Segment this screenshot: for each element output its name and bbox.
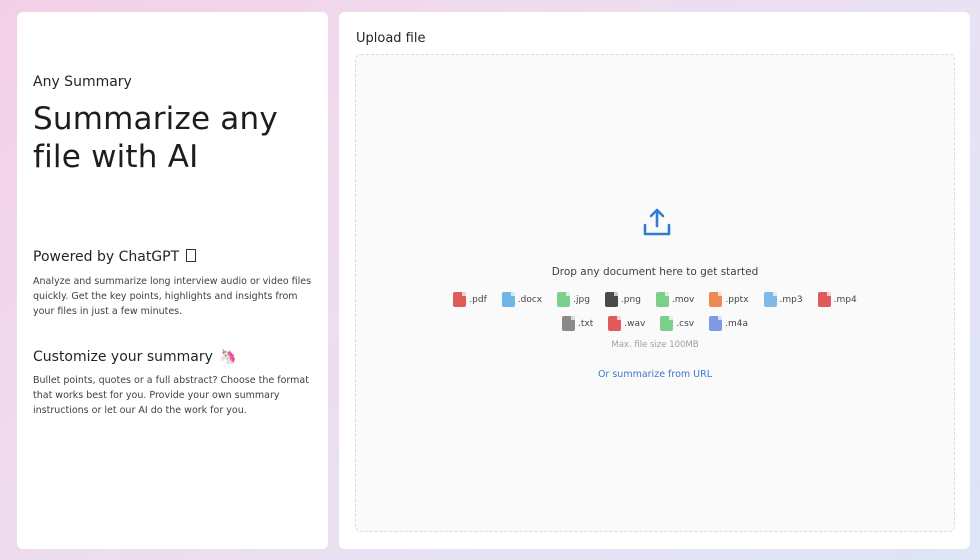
file-dropzone[interactable]: Drop any document here to get started .p…	[355, 54, 955, 532]
m4a-file-icon	[709, 316, 723, 331]
docx-file-icon	[501, 292, 515, 307]
file-type-label: .pptx	[725, 294, 749, 305]
file-type-item: .mov	[655, 292, 695, 307]
file-types-row-2: .txt .wav .csv .m4a	[356, 316, 954, 331]
summarize-from-url-link[interactable]: Or summarize from URL	[356, 369, 954, 380]
file-type-item: .pdf	[453, 292, 487, 307]
upload-icon	[643, 208, 671, 236]
jpg-file-icon	[557, 292, 571, 307]
mov-file-icon	[655, 292, 669, 307]
mp3-file-icon	[763, 292, 777, 307]
file-type-label: .png	[620, 294, 641, 305]
missing-glyph-icon	[185, 249, 196, 262]
file-type-item: .pptx	[709, 292, 749, 307]
file-type-item: .mp3	[763, 292, 803, 307]
file-type-label: .wav	[624, 318, 646, 329]
upload-title: Upload file	[356, 31, 426, 46]
txt-file-icon	[561, 316, 575, 331]
customize-text: Bullet points, quotes or a full abstract…	[33, 375, 309, 416]
powered-by-title: Powered by ChatGPT	[33, 249, 196, 265]
file-type-label: .mov	[671, 294, 695, 305]
file-type-item: .wav	[608, 316, 645, 331]
file-type-label: .mp4	[833, 294, 857, 305]
customize-title-text: Customize your summary	[33, 349, 213, 365]
file-type-label: .csv	[676, 318, 695, 329]
file-type-item: .txt	[561, 316, 594, 331]
intro-panel: Any Summary Summarize any file with AI P…	[17, 12, 328, 549]
wav-file-icon	[608, 316, 622, 331]
file-type-label: .jpg	[573, 294, 590, 305]
file-type-label: .txt	[577, 318, 594, 329]
file-type-item: .m4a	[709, 316, 748, 331]
customize-title: Customize your summary 🦄	[33, 349, 237, 365]
drop-instructions: Drop any document here to get started	[551, 266, 759, 278]
file-type-label: .docx	[517, 294, 543, 305]
unicorn-icon: 🦄	[219, 349, 237, 365]
max-file-size: Max. file size 100MB	[611, 340, 699, 350]
pptx-file-icon	[709, 292, 723, 307]
file-type-item: .docx	[501, 292, 543, 307]
file-type-item: .jpg	[557, 292, 590, 307]
file-type-item: .csv	[660, 316, 694, 331]
file-type-item: .mp4	[817, 292, 857, 307]
csv-file-icon	[660, 316, 674, 331]
upload-panel: Upload file Drop any document here to ge…	[339, 12, 970, 549]
app-name: Any Summary	[33, 74, 132, 90]
file-type-label: .pdf	[469, 294, 487, 305]
pdf-file-icon	[453, 292, 467, 307]
file-types-row-1: .pdf .docx .jpg .png .mov .pptx .mp3 .mp4	[356, 292, 954, 307]
powered-by-title-text: Powered by ChatGPT	[33, 249, 180, 265]
file-type-label: .mp3	[779, 294, 803, 305]
page-headline: Summarize any file with AI	[33, 101, 278, 175]
file-type-item: .png	[604, 292, 641, 307]
mp4-file-icon	[817, 292, 831, 307]
powered-by-text: Analyze and summarize long interview aud…	[33, 276, 312, 317]
png-file-icon	[604, 292, 618, 307]
file-type-label: .m4a	[725, 318, 749, 329]
